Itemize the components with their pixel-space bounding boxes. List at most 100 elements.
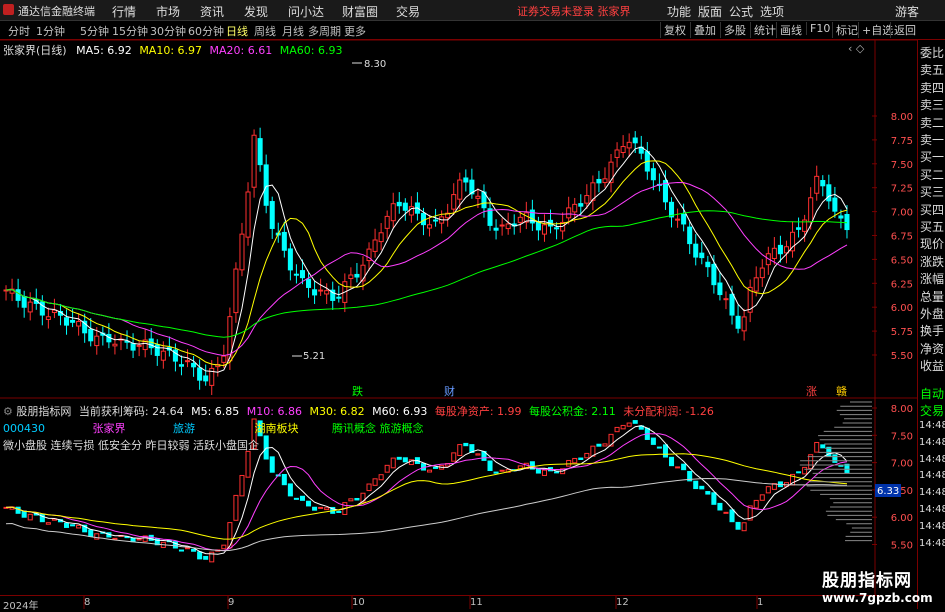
sub-candle bbox=[675, 466, 681, 469]
candle-body bbox=[596, 178, 602, 184]
sector-label: 湖南板块 bbox=[254, 422, 299, 435]
candle-body bbox=[759, 267, 765, 279]
ma20-label: MA20: 6.61 bbox=[209, 44, 273, 57]
sub-candle bbox=[88, 529, 94, 537]
m10-label: M10: 6.86 bbox=[246, 405, 302, 418]
candle-body bbox=[269, 201, 275, 229]
candle-body bbox=[293, 273, 299, 276]
settings-icon[interactable]: ⚙ bbox=[3, 405, 13, 418]
sub-candle bbox=[802, 466, 808, 475]
sub-candle bbox=[269, 456, 275, 473]
side-item[interactable]: 买四 bbox=[920, 201, 945, 218]
sub-candle bbox=[178, 549, 184, 552]
side-item[interactable]: 卖三 bbox=[920, 96, 945, 113]
sub-candle bbox=[487, 460, 493, 471]
candle-body bbox=[723, 298, 729, 301]
sub-candle bbox=[318, 506, 324, 509]
candle-body bbox=[572, 203, 578, 213]
candle-body bbox=[753, 277, 759, 292]
side-item[interactable]: 收益 bbox=[920, 357, 945, 374]
side-item[interactable]: 外盘 bbox=[920, 305, 945, 322]
ma5-label: MA5: 6.92 bbox=[76, 44, 132, 57]
candle-body bbox=[493, 227, 499, 231]
y-tick-label: 6.50 bbox=[891, 255, 913, 266]
y-tick-label: 7.50 bbox=[891, 160, 913, 171]
candle-body bbox=[94, 335, 100, 347]
side-bottom-item[interactable]: 交易 bbox=[920, 402, 945, 419]
candle-body bbox=[705, 261, 711, 268]
candle-body bbox=[384, 215, 390, 229]
candle-body bbox=[197, 367, 203, 381]
candle-body bbox=[578, 203, 584, 207]
side-item[interactable]: 委比 bbox=[920, 44, 945, 61]
side-item[interactable]: 总量 bbox=[920, 288, 945, 305]
sub-candle bbox=[45, 522, 51, 525]
candle-body bbox=[729, 293, 735, 316]
side-item[interactable]: 涨幅 bbox=[920, 270, 945, 287]
sub-candle bbox=[378, 474, 384, 481]
sub-candle bbox=[70, 524, 76, 527]
sub-candle bbox=[596, 443, 602, 447]
sub-candle bbox=[541, 469, 548, 476]
indicator-name[interactable]: 股朋指标网 bbox=[16, 405, 71, 418]
candle-body bbox=[27, 301, 33, 313]
sub-candle bbox=[197, 551, 203, 560]
candle-body bbox=[777, 244, 783, 255]
sub-candle bbox=[796, 471, 802, 474]
sub-y-tick-label: 6.00 bbox=[891, 513, 913, 524]
y-tick-label: 7.75 bbox=[891, 136, 913, 147]
trade-time: 14:48 bbox=[919, 504, 945, 515]
side-bottom-item[interactable]: 自动 bbox=[920, 385, 945, 402]
sub-candle bbox=[693, 480, 699, 490]
sub-candle bbox=[765, 486, 771, 494]
side-item[interactable]: 买二 bbox=[920, 166, 945, 183]
side-item[interactable]: 卖一 bbox=[920, 131, 945, 148]
trade-time: 14:48 bbox=[919, 453, 945, 465]
m5-label: M5: 6.85 bbox=[191, 405, 240, 418]
sub-candle bbox=[312, 506, 318, 511]
candle-body bbox=[191, 362, 197, 368]
watermark-title: 股朋指标网 bbox=[822, 571, 912, 591]
event-marker: 跌 bbox=[352, 384, 363, 398]
sub-candle bbox=[572, 457, 578, 464]
candle-body bbox=[203, 375, 209, 382]
high-label: 8.30 bbox=[364, 59, 386, 70]
candle-body bbox=[566, 207, 572, 219]
kline-canvas[interactable]: 8.00 7.75 7.50 7.25 7.00 6.75 6.50 6.25 6.00 5.75… bbox=[0, 0, 945, 609]
sub-candle bbox=[705, 491, 711, 495]
side-item[interactable]: 净资 bbox=[920, 340, 945, 357]
candle-body bbox=[287, 248, 293, 271]
trade-time: 14:48 bbox=[919, 487, 945, 499]
candle-body bbox=[535, 221, 541, 231]
chart-tools-icon[interactable]: ‹ ◇ bbox=[848, 42, 864, 55]
sub-candle bbox=[299, 495, 306, 501]
side-item[interactable]: 现价 bbox=[920, 235, 945, 252]
candle-body bbox=[626, 141, 632, 149]
sub-candle bbox=[185, 547, 191, 550]
candle-body bbox=[584, 195, 590, 204]
sub-candle bbox=[233, 494, 239, 521]
x-label-oct: 10 bbox=[352, 597, 365, 608]
side-item[interactable]: 买五 bbox=[920, 218, 945, 235]
candle-body bbox=[233, 268, 239, 314]
candle-body bbox=[15, 289, 21, 301]
side-item[interactable]: 卖四 bbox=[920, 79, 945, 96]
candle-body bbox=[699, 252, 705, 259]
candle-body bbox=[838, 215, 844, 219]
sub-candle bbox=[650, 437, 656, 445]
side-item[interactable]: 卖五 bbox=[920, 61, 945, 78]
side-item[interactable]: 买三 bbox=[920, 183, 945, 200]
candle-body bbox=[390, 203, 396, 222]
side-item[interactable]: 涨跌 bbox=[920, 253, 945, 270]
side-item[interactable]: 买一 bbox=[920, 148, 945, 165]
candle-body bbox=[160, 350, 166, 361]
sub-candle bbox=[366, 483, 372, 492]
sub-candle bbox=[112, 537, 118, 540]
candle-body bbox=[312, 289, 318, 296]
side-item[interactable]: 卖二 bbox=[920, 114, 945, 131]
candle-body bbox=[64, 317, 70, 326]
candle-body bbox=[693, 243, 699, 258]
side-item[interactable]: 换手 bbox=[920, 322, 945, 339]
nav-label: 每股净资产: 1.99 bbox=[434, 405, 522, 418]
sub-candle bbox=[759, 494, 765, 501]
